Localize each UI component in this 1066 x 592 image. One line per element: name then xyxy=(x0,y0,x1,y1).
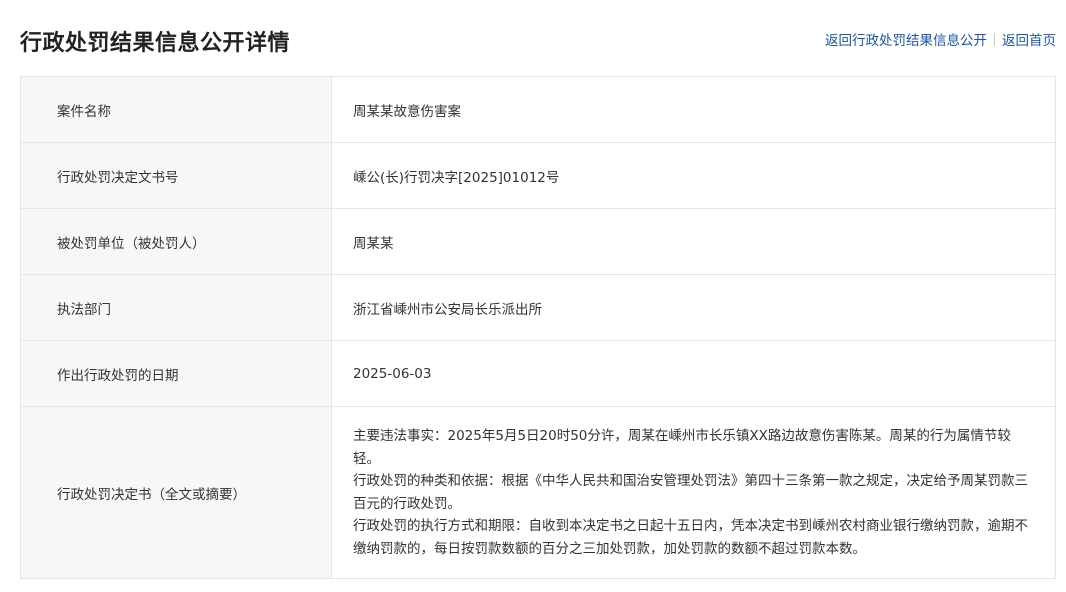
row-value: 2025-06-03 xyxy=(331,340,1056,407)
row-label: 作出行政处罚的日期 xyxy=(20,340,332,407)
header-links: 返回行政处罚结果信息公开 返回首页 xyxy=(825,29,1056,49)
row-value: 嵊公(长)行罚决字[2025]01012号 xyxy=(331,142,1056,209)
detail-row-date: 作出行政处罚的日期 2025-06-03 xyxy=(20,340,1056,407)
row-label: 行政处罚决定文书号 xyxy=(20,142,332,209)
detail-table: 案件名称 周某某故意伤害案 行政处罚决定文书号 嵊公(长)行罚决字[2025]0… xyxy=(20,76,1056,579)
detail-row-penalized-party: 被处罚单位（被处罚人） 周某某 xyxy=(20,208,1056,275)
row-label: 被处罚单位（被处罚人） xyxy=(20,208,332,275)
detail-row-document-number: 行政处罚决定文书号 嵊公(长)行罚决字[2025]01012号 xyxy=(20,142,1056,209)
row-label: 执法部门 xyxy=(20,274,332,341)
back-to-list-link[interactable]: 返回行政处罚结果信息公开 xyxy=(825,29,987,49)
row-label: 案件名称 xyxy=(20,76,332,143)
decision-paragraph-facts: 主要违法事实：2025年5月5日20时50分许，周某在嵊州市长乐镇XX路边故意伤… xyxy=(353,428,1011,467)
link-divider xyxy=(994,32,995,46)
row-value: 周某某 xyxy=(331,208,1056,275)
row-label: 行政处罚决定书（全文或摘要） xyxy=(20,406,332,579)
page-header: 行政处罚结果信息公开详情 返回行政处罚结果信息公开 返回首页 xyxy=(20,20,1056,60)
back-to-home-link[interactable]: 返回首页 xyxy=(1002,29,1056,49)
detail-row-department: 执法部门 浙江省嵊州市公安局长乐派出所 xyxy=(20,274,1056,341)
page-title: 行政处罚结果信息公开详情 xyxy=(20,31,291,56)
decision-paragraph-basis: 行政处罚的种类和依据：根据《中华人民共和国治安管理处罚法》第四十三条第一款之规定… xyxy=(353,473,1028,512)
detail-row-decision: 行政处罚决定书（全文或摘要） 主要违法事实：2025年5月5日20时50分许，周… xyxy=(20,406,1056,579)
detail-row-case-name: 案件名称 周某某故意伤害案 xyxy=(20,76,1056,143)
decision-paragraph-execution: 行政处罚的执行方式和期限：自收到本决定书之日起十五日内，凭本决定书到嵊州农村商业… xyxy=(353,518,1028,557)
decision-text: 主要违法事实：2025年5月5日20时50分许，周某在嵊州市长乐镇XX路边故意伤… xyxy=(331,406,1056,579)
row-value: 浙江省嵊州市公安局长乐派出所 xyxy=(331,274,1056,341)
row-value: 周某某故意伤害案 xyxy=(331,76,1056,143)
